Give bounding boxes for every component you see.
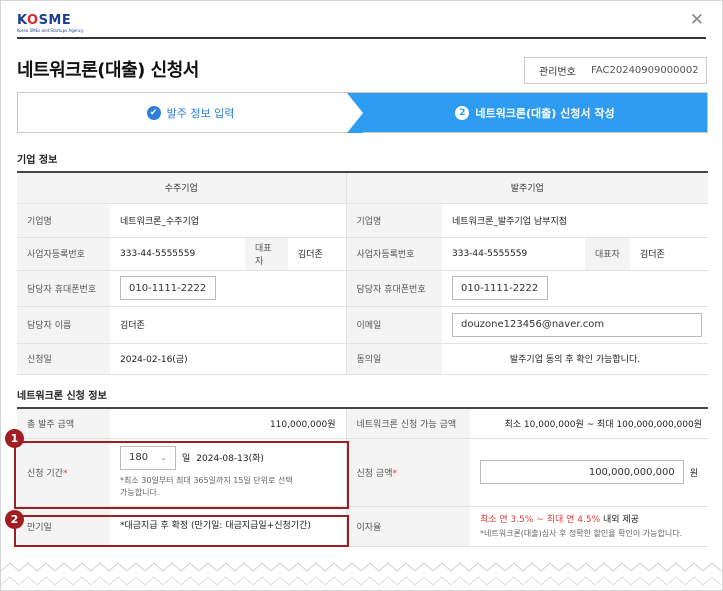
check-circle-icon: ✔: [146, 105, 161, 120]
apply-date-label: 신청일: [17, 343, 110, 375]
management-number: 관리번호 FAC20240909000002: [524, 57, 707, 84]
step-order-info[interactable]: ✔ 발주 정보 입력: [18, 93, 363, 132]
buyer-header: 발주기업: [345, 172, 708, 204]
buyer-biz-no: 333-44-5555559: [442, 237, 585, 271]
loan-range-value: 최소 10,000,000원 ~ 최대 100,000,000,000원: [470, 408, 708, 439]
table-row: 담당자 이름 김더존 이메일 douzone123456@naver.com: [17, 306, 708, 344]
rate-label: 이자율: [345, 506, 470, 547]
callout-badge-1: 1: [5, 429, 24, 448]
amount-input[interactable]: 100,000,000,000: [480, 460, 684, 484]
company-name-label: 기업명: [345, 203, 442, 238]
biz-no-label: 사업자등록번호: [345, 237, 442, 271]
consent-date-note: 발주기업 동의 후 확인 가능합니다.: [442, 343, 708, 375]
company-info-table: 수주기업 발주기업 기업명 네트워크론_수주기업 기업명 네트워크론_발주기업 …: [17, 171, 708, 375]
step-indicator: ✔ 발주 정보 입력 2 네트워크론(대출) 신청서 작성: [17, 92, 708, 133]
rate-suffix: 내외 제공: [600, 515, 639, 525]
consent-date-label: 동의일: [345, 343, 442, 375]
supplier-company-name: 네트워크론_수주기업: [110, 203, 346, 238]
modal-header: KOSME Korea SMEs and Startups Agency ✕: [17, 11, 706, 39]
table-row: 담당자 휴대폰번호 010-1111-2222 담당자 휴대폰번호 010-11…: [17, 270, 708, 307]
manager-label: 담당자 이름: [17, 306, 110, 344]
required-mark: *: [392, 468, 397, 479]
email-label: 이메일: [345, 306, 442, 344]
amount-label: 신청 금액: [356, 468, 393, 479]
step-number-icon: 2: [455, 105, 470, 120]
loan-range-label: 네트워크론 신청 가능 금액: [345, 408, 470, 439]
phone-label: 담당자 휴대폰번호: [17, 270, 110, 307]
callout-box-2: [14, 515, 349, 547]
step-application-form-label: 네트워크론(대출) 신청서 작성: [475, 106, 615, 120]
kosme-logo: KOSME Korea SMEs and Startups Agency: [17, 13, 84, 33]
amount-unit: 원: [689, 468, 698, 479]
torn-edge-decoration: [1, 561, 722, 590]
page-title: 네트워크론(대출) 신청서: [17, 60, 199, 81]
rate-hint: *네트워크론(대출)심사 후 정확한 할인율 확인이 가능합니다.: [480, 529, 683, 538]
apply-date: 2024-02-16(금): [110, 343, 346, 375]
buyer-rep: 김더존: [630, 237, 708, 271]
rep-label: 대표자: [245, 237, 288, 271]
biz-no-label: 사업자등록번호: [17, 237, 110, 271]
supplier-header: 수주기업: [17, 172, 346, 204]
loan-section-title: 네트워크론 신청 정보: [17, 391, 107, 402]
supplier-rep: 김더존: [288, 237, 346, 271]
table-row: 사업자등록번호 333-44-5555559 대표자 김더존 사업자등록번호 3…: [17, 237, 708, 271]
table-row: 신청일 2024-02-16(금) 동의일 발주기업 동의 후 확인 가능합니다…: [17, 343, 708, 375]
step-application-form[interactable]: 2 네트워크론(대출) 신청서 작성: [347, 93, 707, 133]
supplier-manager: 김더존: [110, 306, 346, 344]
total-order-value: 110,000,000원: [110, 408, 346, 439]
supplier-biz-no: 333-44-5555559: [110, 237, 245, 271]
total-order-label: 총 발주 금액: [17, 408, 110, 439]
supplier-phone-input[interactable]: 010-1111-2222: [120, 276, 216, 300]
table-row: 총 발주 금액 110,000,000원 네트워크론 신청 가능 금액 최소 1…: [17, 408, 708, 439]
buyer-phone-input[interactable]: 010-1111-2222: [452, 276, 548, 300]
management-number-value: FAC20240909000002: [591, 65, 699, 76]
email-input[interactable]: douzone123456@naver.com: [452, 312, 702, 337]
close-icon[interactable]: ✕: [690, 12, 704, 29]
step-order-info-label: 발주 정보 입력: [166, 106, 235, 120]
company-name-label: 기업명: [17, 203, 110, 238]
phone-label: 담당자 휴대폰번호: [345, 270, 442, 307]
loan-application-modal: KOSME Korea SMEs and Startups Agency ✕ 네…: [0, 0, 723, 591]
rate-range: 최소 연 3.5% ~ 최대 연 4.5%: [480, 515, 601, 525]
rep-label: 대표자: [585, 237, 630, 271]
table-header-row: 수주기업 발주기업: [17, 172, 708, 204]
management-number-label: 관리번호: [539, 67, 576, 78]
table-row: 기업명 네트워크론_수주기업 기업명 네트워크론_발주기업 남부지점: [17, 203, 708, 238]
company-section-title: 기업 정보: [17, 155, 58, 166]
callout-badge-2: 2: [5, 510, 24, 529]
callout-box-1: [14, 441, 349, 509]
buyer-company-name: 네트워크론_발주기업 남부지점: [442, 203, 708, 238]
